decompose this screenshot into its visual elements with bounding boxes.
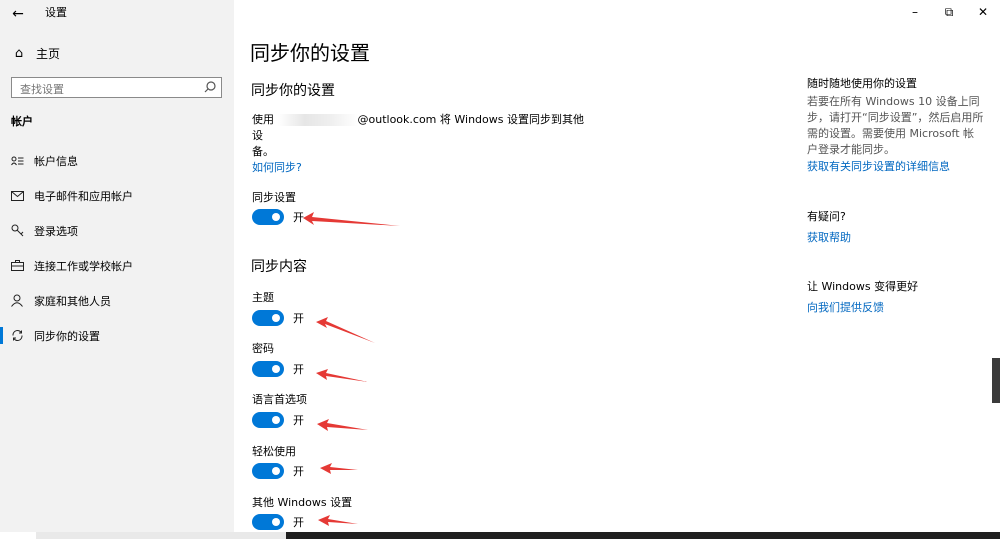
theme-toggle-row: 开 <box>252 309 304 327</box>
use-settings-heading: 随时随地使用你的设置 <box>807 77 917 90</box>
search-icon[interactable] <box>203 80 217 94</box>
other-windows-toggle-row: 开 <box>252 513 304 531</box>
minimize-icon[interactable]: – <box>904 4 926 20</box>
password-toggle-row: 开 <box>252 360 304 378</box>
password-label: 密码 <box>252 342 274 355</box>
sync-description: 使用 @outlook.com 将 Windows 设置同步到其他设 备。 <box>252 112 592 160</box>
toggle-state: 开 <box>293 414 304 427</box>
sidebar-item-email[interactable]: 电子邮件和应用帐户 <box>0 178 234 213</box>
toggle-state: 开 <box>293 211 304 224</box>
back-arrow-icon[interactable]: ← <box>8 4 28 24</box>
sidebar-item-label: 家庭和其他人员 <box>34 294 111 308</box>
page-title: 同步你的设置 <box>250 41 370 65</box>
get-help-link[interactable]: 获取帮助 <box>807 229 851 245</box>
sidebar-item-sync[interactable]: 同步你的设置 <box>0 318 234 353</box>
main-content: 同步你的设置 同步你的设置 使用 @outlook.com 将 Windows … <box>234 0 1000 539</box>
feedback-link[interactable]: 向我们提供反馈 <box>807 299 884 315</box>
sync-details-link[interactable]: 获取有关同步设置的详细信息 <box>807 158 950 174</box>
sidebar-item-account-info[interactable]: 帐户信息 <box>0 143 234 178</box>
use-settings-text: 若要在所有 Windows 10 设备上同步，请打开“同步设置”，然后启用所需的… <box>807 95 984 156</box>
ease-of-access-toggle-row: 开 <box>252 462 304 480</box>
sidebar-home[interactable]: ⌂ 主页 <box>12 44 60 62</box>
restore-icon[interactable]: ⧉ <box>938 4 960 20</box>
app-title: 设置 <box>45 6 67 19</box>
password-toggle[interactable] <box>252 361 284 377</box>
briefcase-icon <box>10 260 24 271</box>
person-icon <box>10 294 24 307</box>
sync-icon <box>10 329 24 342</box>
sidebar-item-sign-in[interactable]: 登录选项 <box>0 213 234 248</box>
toggle-state: 开 <box>293 516 304 529</box>
taskbar <box>0 532 1000 539</box>
sidebar-nav: 帐户信息 电子邮件和应用帐户 登录选项 连接工作或学校帐户 家庭和其他人员 同步… <box>0 143 234 353</box>
ease-of-access-label: 轻松使用 <box>252 445 296 458</box>
questions-heading: 有疑问? <box>807 210 846 223</box>
sidebar-item-label: 同步你的设置 <box>34 329 100 343</box>
other-windows-toggle[interactable] <box>252 514 284 530</box>
home-label: 主页 <box>36 46 61 61</box>
section-heading: 帐户 <box>11 115 33 128</box>
sidebar: ← 设置 ⌂ 主页 帐户 帐户信息 电子邮件和应用帐户 <box>0 0 234 539</box>
sync-settings-toggle[interactable] <box>252 209 284 225</box>
section-title: 同步你的设置 <box>251 83 335 99</box>
desc-line2: 备。 <box>252 145 274 158</box>
close-icon[interactable]: ✕ <box>972 4 994 20</box>
how-to-sync-link[interactable]: 如何同步? <box>252 159 302 175</box>
search-box[interactable] <box>11 77 222 99</box>
theme-label: 主题 <box>252 291 274 304</box>
language-toggle-row: 开 <box>252 411 304 429</box>
sidebar-item-label: 电子邮件和应用帐户 <box>34 189 133 203</box>
sync-settings-label: 同步设置 <box>252 191 296 204</box>
sync-content-title: 同步内容 <box>251 259 307 275</box>
person-card-icon <box>10 155 24 166</box>
toggle-state: 开 <box>293 363 304 376</box>
sidebar-item-label: 连接工作或学校帐户 <box>34 259 133 273</box>
sidebar-item-family[interactable]: 家庭和其他人员 <box>0 283 234 318</box>
sidebar-item-label: 帐户信息 <box>34 154 78 168</box>
language-toggle[interactable] <box>252 412 284 428</box>
taskbar-search-box[interactable] <box>36 532 286 539</box>
toggle-state: 开 <box>293 312 304 325</box>
theme-toggle[interactable] <box>252 310 284 326</box>
toggle-state: 开 <box>293 465 304 478</box>
scrollbar-thumb[interactable] <box>992 358 1000 403</box>
sidebar-item-label: 登录选项 <box>34 224 78 238</box>
ease-of-access-toggle[interactable] <box>252 463 284 479</box>
taskbar-search-area[interactable] <box>0 532 36 539</box>
other-windows-label: 其他 Windows 设置 <box>252 496 353 509</box>
language-label: 语言首选项 <box>252 393 307 406</box>
desc-prefix: 使用 <box>252 113 274 126</box>
home-icon: ⌂ <box>14 45 24 61</box>
key-icon <box>10 224 24 237</box>
redacted-email <box>277 114 358 126</box>
improve-windows-heading: 让 Windows 变得更好 <box>807 280 919 293</box>
search-input[interactable] <box>12 80 200 99</box>
sidebar-item-work-school[interactable]: 连接工作或学校帐户 <box>0 248 234 283</box>
mail-icon <box>10 190 24 201</box>
sync-settings-toggle-row: 开 <box>252 208 304 226</box>
